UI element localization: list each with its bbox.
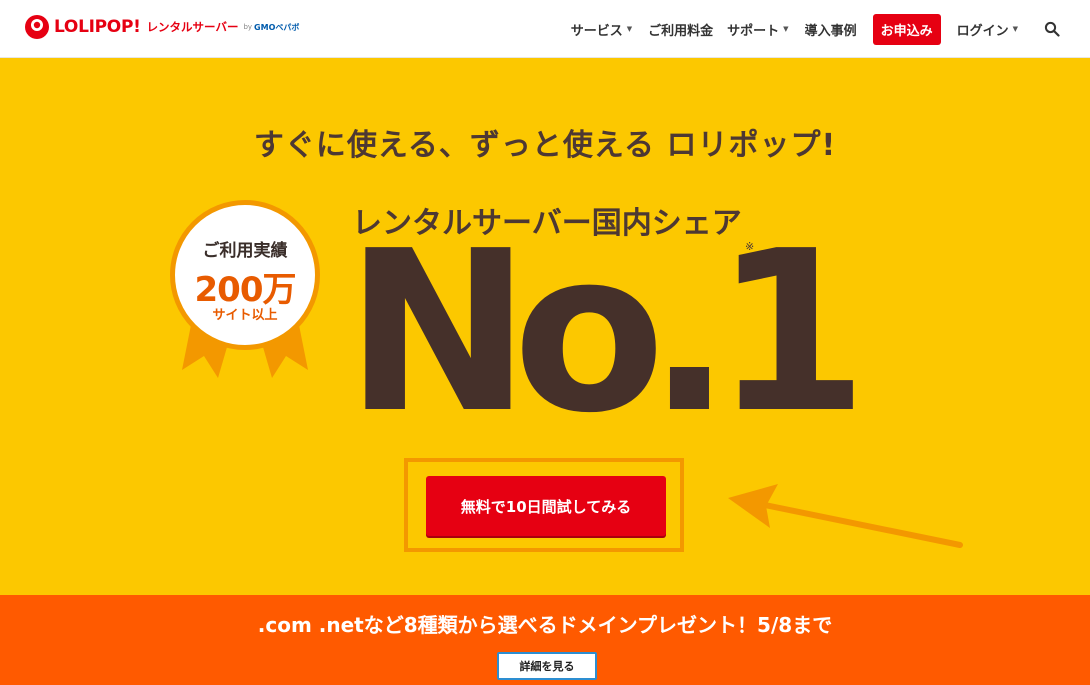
nav-support[interactable]: サポート ▼ <box>727 20 788 39</box>
search-button[interactable] <box>1044 21 1060 37</box>
lolipop-logo[interactable]: LOLIPOP! レンタルサーバー by GMOペパボ <box>24 14 299 40</box>
nav-support-label: サポート <box>727 23 780 39</box>
main-nav: サービス ▼ ご利用料金 サポート ▼ 導入事例 お申込み ログイン ▼ <box>571 0 1090 58</box>
campaign-banner: .com .netなど8種類から選べるドメインプレゼント！5/8まで 詳細を見る <box>0 595 1090 685</box>
nav-case-studies-label: 導入事例 <box>804 23 857 39</box>
chevron-down-icon: ▼ <box>626 25 633 33</box>
campaign-details-button[interactable]: 詳細を見る <box>497 652 597 680</box>
logo-wordmark: LOLIPOP! <box>54 17 141 37</box>
site-header: LOLIPOP! レンタルサーバー by GMOペパボ サービス ▼ ご利用料金… <box>0 0 1090 58</box>
usage-badge: ご利用実績 200万 サイト以上 <box>170 200 320 390</box>
chevron-down-icon: ▼ <box>1012 25 1018 33</box>
search-icon <box>1044 21 1060 37</box>
nav-services[interactable]: サービス ▼ <box>571 20 632 39</box>
free-trial-button[interactable]: 無料で10日間試してみる <box>426 476 666 536</box>
logo-by: by <box>243 23 253 31</box>
no1-heading: No.1 <box>345 204 868 462</box>
nav-case-studies[interactable]: 導入事例 <box>805 20 857 39</box>
hero-tagline: すぐに使える、ずっと使える ロリポップ! <box>253 128 837 163</box>
badge-line1: ご利用実績 <box>202 241 288 261</box>
nav-login-label: ログイン <box>956 23 1009 39</box>
nav-login[interactable]: ログイン ▼ <box>957 20 1018 39</box>
nav-pricing[interactable]: ご利用料金 <box>648 20 713 39</box>
chevron-down-icon: ▼ <box>783 25 789 33</box>
nav-pricing-label: ご利用料金 <box>648 23 714 39</box>
arrow-icon <box>728 484 963 548</box>
campaign-text: .com .netなど8種類から選べるドメインプレゼント！5/8まで <box>257 613 833 637</box>
footnote-mark: ※ <box>745 240 755 253</box>
logo-subtitle: レンタルサーバー <box>146 20 239 34</box>
apply-button[interactable]: お申込み <box>872 13 941 45</box>
gmo-pepabo-logo: GMOペパボ <box>254 22 300 32</box>
nav-services-label: サービス <box>570 23 623 39</box>
badge-line3: サイト以上 <box>212 308 278 323</box>
lollipop-logo-icon <box>25 15 49 39</box>
